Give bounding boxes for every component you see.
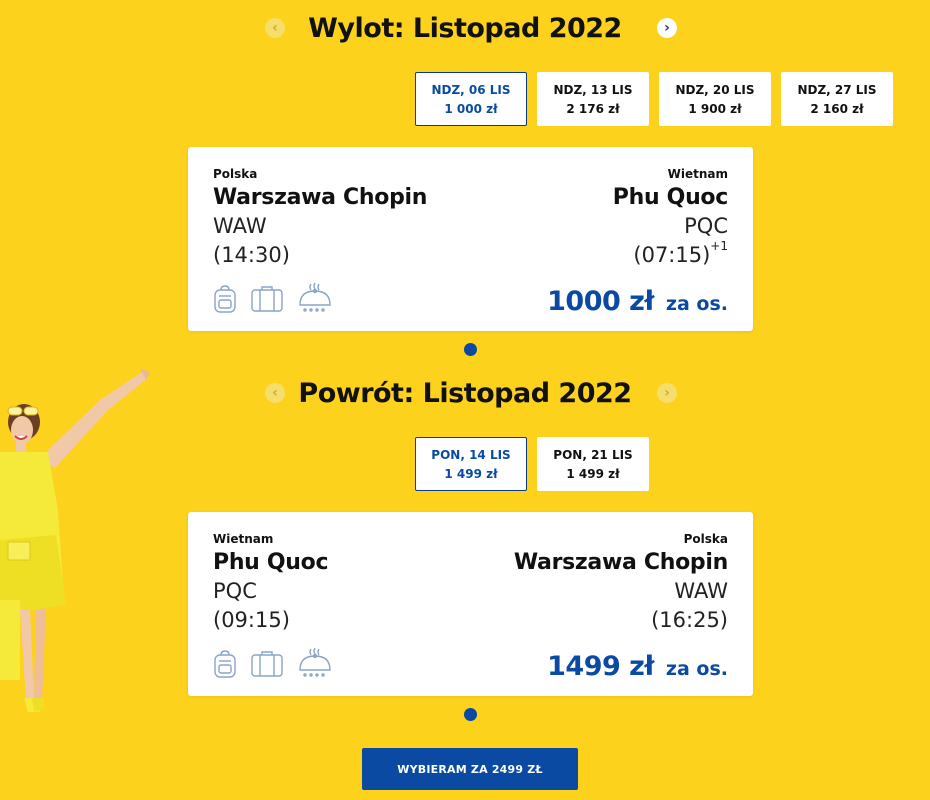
arrival-code: PQC xyxy=(684,214,728,238)
date-tab-outbound-3[interactable]: NDZ, 27 LIS 2 160 zł xyxy=(781,72,893,126)
date-tab-outbound-0[interactable]: NDZ, 06 LIS 1 000 zł xyxy=(415,72,527,126)
suitcase-icon xyxy=(251,286,283,312)
date-tab-day: PON, 14 LIS xyxy=(431,447,511,462)
day-offset-badge: +1 xyxy=(710,239,728,253)
price-amount: 1000 zł xyxy=(547,286,654,317)
outbound-title: Wylot: Listopad 2022 xyxy=(308,12,622,44)
per-person-label: za os. xyxy=(665,293,728,315)
outbound-date-tabs: NDZ, 06 LIS 1 000 zł NDZ, 13 LIS 2 176 z… xyxy=(415,72,893,126)
amenities xyxy=(213,646,333,678)
arrival-country: Wietnam xyxy=(667,167,728,181)
return-flight-card[interactable]: Wietnam Phu Quoc PQC (09:15) Polska Wars… xyxy=(188,512,753,696)
departure-time: (14:30) xyxy=(213,243,290,267)
date-tab-price: 2 176 zł xyxy=(566,101,620,116)
return-title: Powrót: Listopad 2022 xyxy=(298,377,632,409)
departure-country: Wietnam xyxy=(213,532,274,546)
outbound-flight-card[interactable]: Polska Warszawa Chopin WAW (14:30) Wietn… xyxy=(188,147,753,331)
date-tab-day: NDZ, 13 LIS xyxy=(553,82,633,97)
arrival-time: (16:25) xyxy=(651,608,728,632)
backpack-icon xyxy=(214,285,236,313)
return-header: Powrót: Listopad 2022 xyxy=(0,373,930,413)
date-tab-price: 1 000 zł xyxy=(444,101,498,116)
departure-code: WAW xyxy=(213,214,267,238)
date-tab-day: NDZ, 06 LIS xyxy=(431,82,511,97)
traveler-illustration xyxy=(0,368,150,712)
outbound-price: 1000 zł za os. xyxy=(547,286,728,317)
date-tab-return-0[interactable]: PON, 14 LIS 1 499 zł xyxy=(415,437,527,491)
date-tab-price: 1 900 zł xyxy=(688,101,742,116)
arrival-city: Warszawa Chopin xyxy=(513,550,728,575)
arrival-info: Polska Warszawa Chopin WAW (16:25) xyxy=(514,532,728,632)
arrival-info: Wietnam Phu Quoc PQC (07:15)+1 xyxy=(612,167,729,267)
departure-info: Polska Warszawa Chopin WAW (14:30) xyxy=(213,167,427,267)
date-tab-price: 2 160 zł xyxy=(810,101,864,116)
meal-icon xyxy=(299,282,331,312)
date-tab-price: 1 499 zł xyxy=(566,466,620,481)
arrival-country: Polska xyxy=(683,532,728,546)
arrival-city: Phu Quoc xyxy=(612,185,729,210)
amenities xyxy=(213,281,333,313)
arrival-time-value: (07:15) xyxy=(633,243,711,267)
select-flights-button[interactable]: WYBIERAM ZA 2499 ZŁ xyxy=(362,748,578,790)
departure-city: Phu Quoc xyxy=(213,550,329,575)
return-date-tabs: PON, 14 LIS 1 499 zł PON, 21 LIS 1 499 z… xyxy=(415,437,649,491)
meal-icon xyxy=(299,647,331,677)
date-tab-outbound-2[interactable]: NDZ, 20 LIS 1 900 zł xyxy=(659,72,771,126)
chevron-left-icon[interactable]: ‹ xyxy=(265,18,285,38)
date-tab-price: 1 499 zł xyxy=(444,466,498,481)
carousel-indicator[interactable] xyxy=(464,343,477,356)
arrival-time: (07:15)+1 xyxy=(613,239,728,267)
chevron-left-icon[interactable]: ‹ xyxy=(265,383,285,403)
date-tab-day: PON, 21 LIS xyxy=(553,447,633,462)
chevron-right-icon[interactable]: › xyxy=(657,383,677,403)
per-person-label: za os. xyxy=(665,658,728,680)
departure-country: Polska xyxy=(213,167,258,181)
outbound-header: Wylot: Listopad 2022 xyxy=(0,8,930,48)
date-tab-outbound-1[interactable]: NDZ, 13 LIS 2 176 zł xyxy=(537,72,649,126)
chevron-right-icon[interactable]: › xyxy=(657,18,677,38)
carousel-indicator[interactable] xyxy=(464,708,477,721)
return-price: 1499 zł za os. xyxy=(547,651,728,682)
departure-time: (09:15) xyxy=(213,608,290,632)
date-tab-return-1[interactable]: PON, 21 LIS 1 499 zł xyxy=(537,437,649,491)
departure-info: Wietnam Phu Quoc PQC (09:15) xyxy=(213,532,329,632)
arrival-code: WAW xyxy=(674,579,728,603)
departure-city: Warszawa Chopin xyxy=(213,185,428,210)
suitcase-icon xyxy=(251,651,283,677)
date-tab-day: NDZ, 20 LIS xyxy=(675,82,755,97)
departure-code: PQC xyxy=(213,579,257,603)
price-amount: 1499 zł xyxy=(547,651,654,682)
backpack-icon xyxy=(214,650,236,678)
date-tab-day: NDZ, 27 LIS xyxy=(797,82,877,97)
